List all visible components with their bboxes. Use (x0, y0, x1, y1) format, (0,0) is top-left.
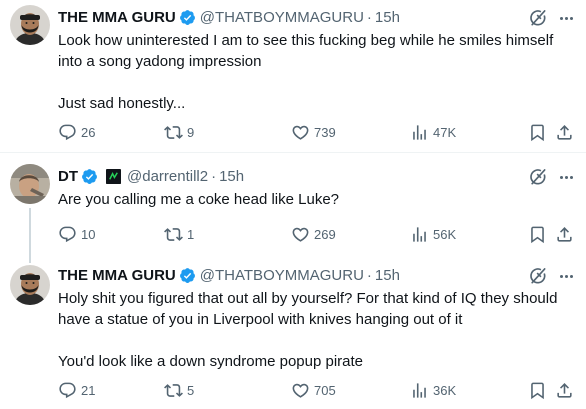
reply-count: 26 (81, 124, 96, 140)
more-icon[interactable] (556, 266, 576, 286)
retweet-count: 9 (187, 124, 195, 140)
like-button[interactable]: 705 (291, 380, 336, 400)
author-handle[interactable]: @darrentill2 (127, 168, 208, 185)
retweet-button[interactable]: 1 (164, 224, 194, 244)
avatar[interactable] (10, 265, 50, 305)
grok-icon[interactable] (528, 8, 548, 28)
views-icon (410, 381, 429, 400)
tweet-header: DT @darrentill2 · 15h (58, 166, 244, 186)
like-button[interactable]: 739 (291, 122, 336, 142)
verified-badge-icon (179, 9, 196, 26)
reply-icon (58, 123, 77, 142)
timestamp[interactable]: 15h (375, 9, 400, 26)
retweet-icon (164, 225, 183, 244)
tweet-text: Holy shit you figured that out all by yo… (58, 288, 578, 372)
verified-badge-icon (81, 168, 98, 185)
reply-icon (58, 225, 77, 244)
action-bar: 21 5 705 36K (58, 380, 578, 400)
reply-button[interactable]: 26 (58, 122, 95, 142)
affiliate-badge-icon[interactable] (106, 169, 121, 184)
avatar[interactable] (10, 5, 50, 45)
tweet-text-line: Holy shit you figured that out all by yo… (58, 290, 558, 307)
tweet-text-line: into a song yadong impression (58, 53, 262, 70)
share-icon (555, 381, 574, 400)
share-button[interactable] (555, 224, 574, 244)
tweet-text: Are you calling me a coke head like Luke… (58, 189, 578, 210)
like-count: 739 (314, 124, 336, 140)
bookmark-icon (528, 381, 547, 400)
tweet-header: THE MMA GURU @THATBOYMMAGURU · 15h (58, 7, 400, 27)
views-count: 47K (433, 124, 457, 140)
avatar[interactable] (10, 164, 50, 204)
bookmark-button[interactable] (528, 224, 547, 244)
views-button[interactable]: 36K (410, 380, 456, 400)
views-count: 56K (433, 226, 457, 242)
separator-dot: · (211, 167, 217, 185)
author-name[interactable]: THE MMA GURU (58, 267, 176, 284)
retweet-button[interactable]: 9 (164, 122, 194, 142)
tweet-3[interactable]: THE MMA GURU @THATBOYMMAGURU · 15h Holy … (0, 258, 586, 409)
share-icon (555, 225, 574, 244)
reply-button[interactable]: 21 (58, 380, 95, 400)
tweet-text-line: Just sad honestly... (58, 95, 186, 112)
tweet-text: Look how uninterested I am to see this f… (58, 30, 578, 114)
bookmark-icon (528, 123, 547, 142)
retweet-count: 1 (187, 226, 195, 242)
bookmark-button[interactable] (528, 380, 547, 400)
separator-dot: · (366, 266, 372, 284)
more-icon[interactable] (556, 8, 576, 28)
views-count: 36K (433, 382, 457, 398)
heart-icon (291, 123, 310, 142)
author-name[interactable]: DT (58, 168, 78, 185)
author-handle[interactable]: @THATBOYMMAGURU (200, 9, 364, 26)
views-icon (410, 225, 429, 244)
tweet-text-line: Are you calling me a coke head like Luke… (58, 191, 340, 208)
reply-button[interactable]: 10 (58, 224, 95, 244)
avatar-image (10, 5, 50, 45)
like-count: 269 (314, 226, 336, 242)
heart-icon (291, 225, 310, 244)
timestamp[interactable]: 15h (375, 267, 400, 284)
verified-badge-icon (179, 267, 196, 284)
timestamp[interactable]: 15h (219, 168, 244, 185)
action-bar: 26 9 739 47K (58, 122, 578, 142)
retweet-button[interactable]: 5 (164, 380, 194, 400)
like-button[interactable]: 269 (291, 224, 336, 244)
views-icon (410, 123, 429, 142)
tweet-header: THE MMA GURU @THATBOYMMAGURU · 15h (58, 265, 400, 285)
tweet-text-line: have a statue of you in Liverpool with k… (58, 311, 463, 328)
grok-icon[interactable] (528, 167, 548, 187)
bookmark-icon (528, 225, 547, 244)
separator-dot: · (366, 8, 372, 26)
tweet-1[interactable]: THE MMA GURU @THATBOYMMAGURU · 15h Look … (0, 0, 586, 152)
author-name[interactable]: THE MMA GURU (58, 9, 176, 26)
views-button[interactable]: 56K (410, 224, 456, 244)
action-bar: 10 1 269 56K (58, 224, 578, 244)
reply-count: 21 (81, 382, 96, 398)
views-button[interactable]: 47K (410, 122, 456, 142)
reply-count: 10 (81, 226, 96, 242)
tweet-text-line: You'd look like a down syndrome popup pi… (58, 353, 364, 370)
share-icon (555, 123, 574, 142)
retweet-icon (164, 123, 183, 142)
retweet-count: 5 (187, 382, 195, 398)
grok-icon[interactable] (528, 266, 548, 286)
bookmark-button[interactable] (528, 122, 547, 142)
more-icon[interactable] (556, 167, 576, 187)
like-count: 705 (314, 382, 336, 398)
reply-icon (58, 381, 77, 400)
share-button[interactable] (555, 380, 574, 400)
avatar-image (10, 265, 50, 305)
thread-line (29, 208, 31, 258)
avatar-image (10, 164, 50, 204)
tweet-2[interactable]: DT @darrentill2 · 15h Are you calling me… (0, 153, 586, 258)
thread-line (29, 258, 31, 263)
author-handle[interactable]: @THATBOYMMAGURU (200, 267, 364, 284)
retweet-icon (164, 381, 183, 400)
tweet-text-line: Look how uninterested I am to see this f… (58, 32, 554, 49)
heart-icon (291, 381, 310, 400)
share-button[interactable] (555, 122, 574, 142)
